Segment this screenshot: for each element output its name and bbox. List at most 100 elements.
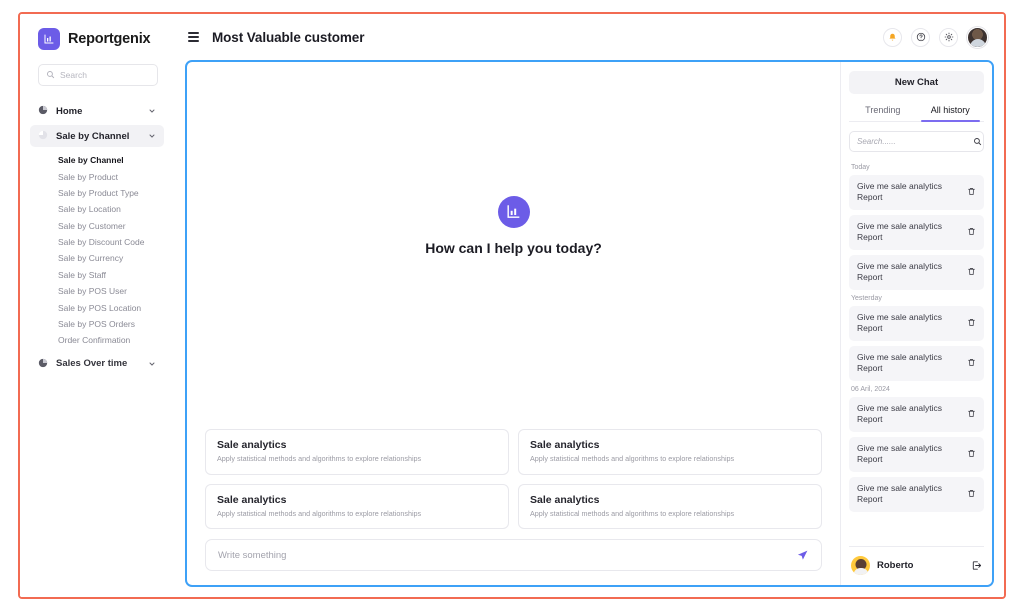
topbar-icons xyxy=(883,26,988,48)
history-group-label: 06 Aril, 2024 xyxy=(851,385,890,393)
sidebar-search[interactable] xyxy=(38,64,158,86)
suggestion-desc: Apply statistical methods and algorithms… xyxy=(530,454,735,464)
logout-icon[interactable] xyxy=(971,560,982,571)
history-item[interactable]: Give me sale analytics Report xyxy=(849,214,984,250)
sidebar-item-home[interactable]: Home xyxy=(30,100,164,122)
sidebar-subitem-sale-by-pos-orders[interactable]: Sale by POS Orders xyxy=(30,316,164,332)
help-circle-icon[interactable] xyxy=(911,27,930,47)
topbar: Most Valuable customer xyxy=(175,14,1004,60)
sidebar-sublist: Sale by Channel Sale by Product Sale by … xyxy=(30,150,164,353)
tab-all-history[interactable]: All history xyxy=(917,101,985,122)
sidebar-subitem-sale-by-pos-location[interactable]: Sale by POS Location xyxy=(30,299,164,315)
history-item-text: Give me sale analytics Report xyxy=(857,181,943,203)
sidebar-item-label: Home xyxy=(56,105,83,117)
app-window: Reportgenix Home xyxy=(18,12,1006,599)
trash-icon[interactable] xyxy=(967,312,977,332)
sidebar-subitem-sale-by-currency[interactable]: Sale by Currency xyxy=(30,250,164,266)
history-item[interactable]: Give me sale analytics Report xyxy=(849,175,984,210)
message-composer[interactable] xyxy=(205,539,822,571)
history-item-text: Give me sale analytics Report xyxy=(857,351,943,374)
sidebar-item-sales-over-time[interactable]: Sales Over time xyxy=(30,353,164,375)
tab-trending[interactable]: Trending xyxy=(849,101,917,121)
sidebar-subitem-sale-by-product[interactable]: Sale by Product xyxy=(30,168,164,184)
pie-chart-icon xyxy=(38,355,48,373)
sidebar-subitem-sale-by-discount-code[interactable]: Sale by Discount Code xyxy=(30,234,164,250)
notification-bell-icon[interactable] xyxy=(883,27,902,47)
sidebar-subitem-sale-by-location[interactable]: Sale by Location xyxy=(30,201,164,217)
message-input[interactable] xyxy=(218,549,788,561)
avatar[interactable] xyxy=(967,26,988,48)
suggestion-title: Sale analytics xyxy=(530,439,600,452)
history-search-input[interactable] xyxy=(857,137,968,146)
suggestion-cards: Sale analytics Apply statistical methods… xyxy=(205,429,822,539)
sidebar: Reportgenix Home xyxy=(20,14,175,597)
history-footer: Roberto xyxy=(849,546,984,585)
history-list[interactable]: Today Give me sale analytics Report Give… xyxy=(849,160,984,546)
sidebar-nav: Home Sale by Channel Sale by Channel Sal… xyxy=(20,100,174,375)
brand-name: Reportgenix xyxy=(68,31,151,47)
history-panel: New Chat Trending All history Today xyxy=(840,62,992,585)
send-arrow-icon[interactable] xyxy=(788,549,809,562)
chevron-down-icon[interactable] xyxy=(148,102,156,120)
bar-chart-icon xyxy=(497,195,530,228)
chat-empty-state: How can I help you today? xyxy=(205,62,822,429)
pie-chart-icon xyxy=(38,102,48,120)
suggestion-title: Sale analytics xyxy=(217,493,287,506)
trash-icon[interactable] xyxy=(967,181,977,201)
history-item[interactable]: Give me sale analytics Report xyxy=(849,305,984,341)
chevron-down-icon[interactable] xyxy=(148,355,156,373)
suggestion-desc: Apply statistical methods and algorithms… xyxy=(217,454,422,464)
search-icon xyxy=(973,133,982,151)
chevron-down-icon[interactable] xyxy=(148,127,156,145)
trash-icon[interactable] xyxy=(967,221,977,241)
settings-gear-icon[interactable] xyxy=(939,27,958,47)
suggestion-desc: Apply statistical methods and algorithms… xyxy=(530,508,735,518)
main-column: Most Valuable customer How can I help yo… xyxy=(175,14,1004,597)
sidebar-subitem-sale-by-staff[interactable]: Sale by Staff xyxy=(30,267,164,283)
history-item-text: Give me sale analytics Report xyxy=(857,311,943,334)
sidebar-item-label: Sales Over time xyxy=(56,358,128,369)
history-item[interactable]: Give me sale analytics Report xyxy=(849,476,984,512)
suggestion-card[interactable]: Sale analytics Apply statistical methods… xyxy=(205,429,509,475)
history-item-text: Give me sale analytics Report xyxy=(857,442,943,465)
sidebar-subitem-sale-by-channel[interactable]: Sale by Channel xyxy=(30,152,164,168)
chat-main: How can I help you today? Sale analytics… xyxy=(187,62,840,585)
brand: Reportgenix xyxy=(20,28,174,64)
sidebar-subitem-sale-by-pos-user[interactable]: Sale by POS User xyxy=(30,283,164,299)
bar-chart-icon xyxy=(38,28,60,50)
sidebar-item-sale-by-channel[interactable]: Sale by Channel xyxy=(30,125,164,147)
history-group-label: Yesterday xyxy=(851,294,882,302)
trash-icon[interactable] xyxy=(967,352,977,372)
history-item[interactable]: Give me sale analytics Report xyxy=(849,436,984,472)
sidebar-subitem-sale-by-product-type[interactable]: Sale by Product Type xyxy=(30,185,164,201)
sidebar-search-input[interactable] xyxy=(60,70,150,80)
trash-icon[interactable] xyxy=(967,403,977,423)
suggestion-card[interactable]: Sale analytics Apply statistical methods… xyxy=(518,483,822,529)
suggestion-card[interactable]: Sale analytics Apply statistical methods… xyxy=(518,429,822,475)
history-item[interactable]: Give me sale analytics Report xyxy=(849,345,984,381)
history-item-text: Give me sale analytics Report xyxy=(857,482,943,505)
suggestion-title: Sale analytics xyxy=(217,439,287,452)
trash-icon[interactable] xyxy=(967,443,977,463)
new-chat-button[interactable]: New Chat xyxy=(849,71,984,94)
history-item-text: Give me sale analytics Report xyxy=(857,220,943,243)
history-search[interactable] xyxy=(849,131,984,152)
avatar[interactable] xyxy=(851,556,870,575)
suggestion-card[interactable]: Sale analytics Apply statistical methods… xyxy=(205,483,509,529)
history-item[interactable]: Give me sale analytics Report xyxy=(849,396,984,432)
hamburger-icon[interactable] xyxy=(185,29,202,45)
history-item[interactable]: Give me sale analytics Report xyxy=(849,254,984,290)
suggestion-desc: Apply statistical methods and algorithms… xyxy=(217,508,422,518)
trash-icon[interactable] xyxy=(967,483,977,503)
history-item-text: Give me sale analytics Report xyxy=(857,402,943,425)
sidebar-subitem-order-confirmation[interactable]: Order Confirmation xyxy=(30,332,164,348)
user-name: Roberto xyxy=(877,560,914,571)
history-group-label: Today xyxy=(851,164,870,171)
sidebar-item-label: Sale by Channel xyxy=(56,130,130,142)
pie-chart-icon xyxy=(38,127,48,145)
history-tabs: Trending All history xyxy=(849,101,984,122)
sidebar-subitem-sale-by-customer[interactable]: Sale by Customer xyxy=(30,218,164,234)
page-title: Most Valuable customer xyxy=(212,29,365,45)
trash-icon[interactable] xyxy=(967,261,977,281)
history-item-text: Give me sale analytics Report xyxy=(857,260,943,283)
